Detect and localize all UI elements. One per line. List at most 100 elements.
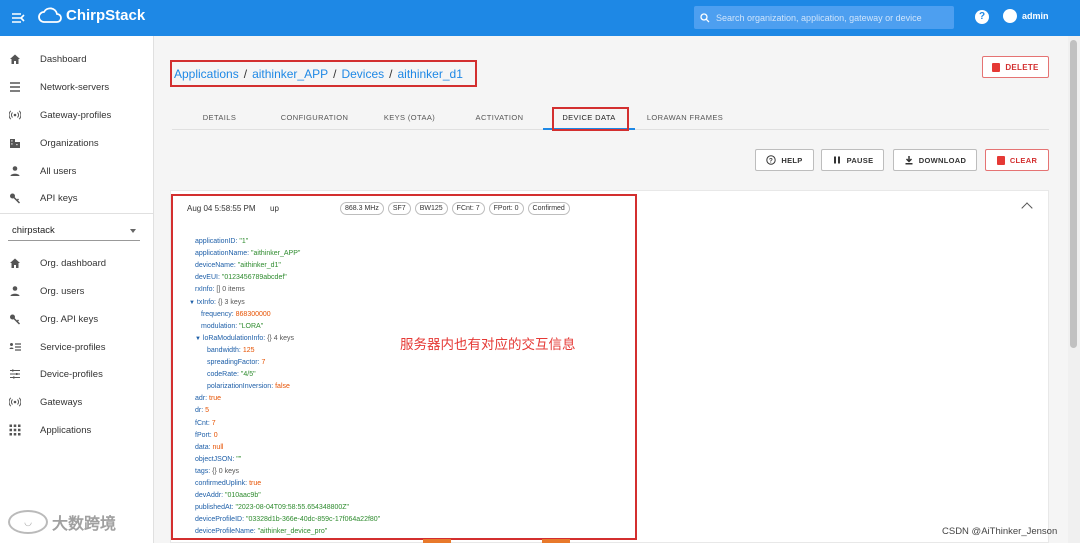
breadcrumb-application[interactable]: aithinker_APP	[252, 67, 328, 81]
scrollbar-thumb[interactable]	[1070, 40, 1077, 348]
sidebar-item-label: Gateways	[40, 396, 83, 408]
sidebar-item-dashboard[interactable]: Dashboard	[0, 46, 154, 72]
tab-keys-otaa[interactable]: KEYS (OTAA)	[367, 104, 452, 130]
sidebar-divider	[0, 213, 154, 214]
sidebar-item-label: Applications	[40, 424, 92, 436]
home-icon	[9, 53, 21, 65]
json-value: true	[249, 480, 262, 487]
main-content: Applications / aithinker_APP / Devices /…	[155, 36, 1068, 543]
sidebar-item-api-keys[interactable]: API keys	[0, 185, 154, 211]
breadcrumb: Applications / aithinker_APP / Devices /…	[170, 60, 477, 87]
json-tree-row: adr: true	[195, 393, 221, 405]
json-value: "2023-08-04T09:58:55.654348800Z"	[235, 504, 350, 512]
breadcrumb-separator: /	[389, 66, 393, 81]
clear-button[interactable]: CLEAR	[985, 149, 1049, 171]
menu-collapse-icon[interactable]	[10, 9, 28, 27]
json-tree-row: publishedAt: "2023-08-04T09:58:55.654348…	[195, 502, 349, 514]
expand-toggle-icon[interactable]: ▼	[189, 300, 195, 306]
sf-chip: SF7	[387, 202, 411, 215]
help-circle-icon: ?	[766, 155, 777, 165]
list-icon	[9, 81, 21, 93]
tab-activation[interactable]: ACTIVATION	[457, 104, 542, 130]
org-select[interactable]: chirpstack	[8, 221, 140, 241]
help-button[interactable]: ? HELP	[755, 149, 814, 171]
key-icon	[9, 192, 21, 204]
json-key: txInfo:	[196, 298, 216, 306]
json-key: deviceProfileID:	[195, 516, 245, 524]
tab-details[interactable]: DETAILS	[182, 104, 257, 130]
help-icon[interactable]: ?	[975, 10, 989, 24]
sidebar-item-all-users[interactable]: All users	[0, 158, 154, 184]
json-value: [] 0 items	[216, 286, 245, 294]
json-key: bandwidth:	[207, 346, 241, 354]
sidebar-item-label: Device-profiles	[40, 368, 103, 380]
json-key: fCnt:	[195, 419, 210, 427]
download-icon	[904, 155, 914, 165]
sidebar-item-org-api-keys[interactable]: Org. API keys	[0, 306, 154, 332]
device-tabs: DETAILS CONFIGURATION KEYS (OTAA) ACTIVA…	[172, 104, 1049, 131]
sidebar-item-label: All users	[40, 165, 77, 177]
top-app-bar: ChirpStack ? admin	[0, 0, 1080, 36]
json-key: confirmedUplink:	[195, 480, 248, 487]
search-bar[interactable]	[694, 6, 954, 29]
json-key: spreadingFactor:	[207, 359, 260, 366]
pause-label: PAUSE	[846, 155, 874, 165]
home-icon	[9, 257, 21, 269]
json-key: devAddr:	[195, 492, 224, 500]
json-tree-row: deviceName: "aithinker_d1"	[195, 260, 281, 272]
json-value: "010aac9b"	[224, 492, 261, 500]
org-select-value: chirpstack	[12, 225, 55, 236]
json-tree-row[interactable]: ▼ txInfo: {} 3 keys	[189, 297, 245, 309]
json-key: deviceProfileName:	[195, 528, 256, 536]
json-tree-row: polarizationInversion: false	[207, 381, 290, 393]
json-tree-row: tags: {} 0 keys	[195, 466, 239, 478]
sidebar-item-gateways[interactable]: Gateways	[0, 389, 154, 415]
json-key: codeRate:	[207, 371, 239, 379]
json-value: true	[209, 395, 222, 403]
pause-button[interactable]: PAUSE	[821, 149, 884, 171]
json-key: loRaModulationInfo:	[202, 334, 266, 342]
scrollbar[interactable]	[1068, 36, 1080, 543]
delete-button[interactable]: DELETE	[982, 56, 1049, 78]
frame-header[interactable]: Aug 04 5:58:55 PM up 868.3 MHz SF7 BW125…	[187, 202, 574, 215]
app-logo[interactable]: ChirpStack	[38, 6, 145, 24]
breadcrumb-applications[interactable]: Applications	[174, 67, 239, 81]
person-icon	[9, 165, 21, 177]
json-value: 125	[242, 346, 255, 354]
sidebar-item-organizations[interactable]: Organizations	[0, 130, 154, 156]
breadcrumb-devices[interactable]: Devices	[341, 67, 384, 81]
json-value: "aithinker_device_pro"	[257, 528, 328, 536]
tab-configuration[interactable]: CONFIGURATION	[267, 104, 362, 130]
sidebar-item-gateway-profiles[interactable]: Gateway-profiles	[0, 102, 154, 128]
breadcrumb-separator: /	[333, 66, 337, 81]
sidebar-item-org-dashboard[interactable]: Org. dashboard	[0, 250, 154, 276]
json-tree-row: codeRate: "4/5"	[207, 369, 256, 381]
sidebar-item-applications[interactable]: Applications	[0, 417, 154, 443]
json-tree-row: deviceProfileID: "03328d1b-366e-40dc-859…	[195, 514, 380, 526]
sidebar-item-service-profiles[interactable]: Service-profiles	[0, 334, 154, 360]
search-input[interactable]	[716, 12, 946, 23]
tab-lorawan-frames[interactable]: LORAWAN FRAMES	[635, 104, 735, 130]
json-tree-row[interactable]: ▼ loRaModulationInfo: {} 4 keys	[195, 333, 294, 345]
sidebar-item-label: Org. API keys	[40, 313, 99, 325]
breadcrumb-separator: /	[243, 66, 248, 81]
json-key: fPort:	[195, 431, 212, 439]
json-value: "LORA"	[239, 322, 264, 330]
user-menu[interactable]: admin	[1003, 9, 1049, 23]
json-tree-row: devAddr: "010aac9b"	[195, 490, 261, 502]
sidebar-item-org-users[interactable]: Org. users	[0, 278, 154, 304]
json-tree-row: modulation: "LORA"	[201, 321, 263, 333]
delete-label: DELETE	[1005, 62, 1039, 72]
json-key: deviceName:	[195, 262, 236, 270]
trash-icon	[992, 62, 1001, 72]
download-button[interactable]: DOWNLOAD	[893, 149, 977, 171]
sidebar-item-network-servers[interactable]: Network-servers	[0, 74, 154, 100]
sidebar-item-device-profiles[interactable]: Device-profiles	[0, 361, 154, 387]
json-tree-row: fPort: 0	[195, 430, 218, 442]
json-tree-row: frequency: 868300000	[201, 309, 271, 321]
breadcrumb-device[interactable]: aithinker_d1	[397, 67, 462, 81]
json-tree-row: spreadingFactor: 7	[207, 357, 265, 369]
json-tree-row: applicationName: "aithinker_APP"	[195, 248, 300, 260]
expand-toggle-icon[interactable]: ▼	[195, 336, 201, 342]
json-key: objectJSON:	[195, 455, 235, 463]
